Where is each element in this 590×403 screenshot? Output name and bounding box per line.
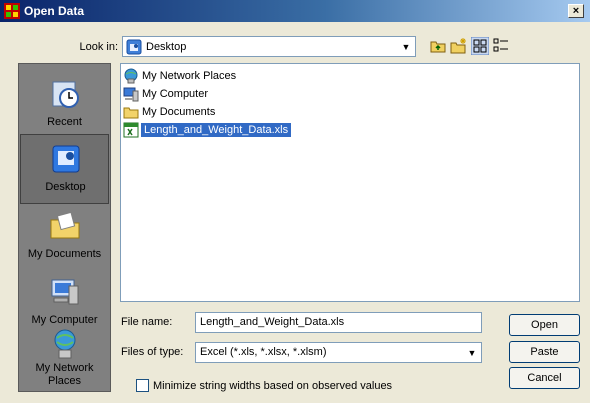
file-name: My Documents	[142, 106, 216, 118]
file-type-select[interactable]: Excel (*.xls, *.xlsx, *.xlsm) ▼	[195, 342, 482, 363]
network-places-icon	[54, 329, 76, 359]
chevron-down-icon[interactable]: ▼	[465, 346, 479, 360]
recent-icon	[52, 81, 79, 108]
place-label: My Network Places	[35, 362, 94, 387]
details-view-icon[interactable]	[492, 37, 510, 55]
up-folder-icon[interactable]	[429, 37, 447, 55]
file-name-label: File name:	[121, 316, 173, 328]
desktop-icon	[126, 39, 142, 55]
chevron-down-icon[interactable]: ▼	[399, 40, 413, 54]
my-documents-icon	[50, 211, 80, 239]
place-label: Recent	[47, 116, 82, 128]
place-network[interactable]: My Network Places	[20, 326, 109, 392]
close-icon: ×	[572, 5, 580, 17]
look-in-combo[interactable]: Desktop ▼	[122, 36, 416, 57]
paste-button[interactable]: Paste	[509, 341, 580, 363]
look-in-value: Desktop	[146, 41, 187, 53]
new-folder-icon[interactable]	[450, 37, 468, 55]
folder-icon	[123, 107, 139, 119]
close-button[interactable]: ×	[568, 4, 584, 18]
list-view-icon[interactable]	[471, 37, 489, 55]
network-icon	[124, 68, 138, 84]
file-name: My Network Places	[142, 70, 237, 82]
window-title: Open Data	[24, 4, 85, 18]
minimize-widths-checkbox[interactable]	[136, 379, 149, 392]
file-list[interactable]: My Network Places My Computer My Documen…	[120, 63, 580, 302]
file-name: My Computer	[142, 88, 209, 100]
place-label: Desktop	[45, 181, 86, 193]
excel-file-icon	[123, 122, 139, 138]
file-name-field[interactable]: Length_and_Weight_Data.xls	[195, 312, 482, 333]
open-button[interactable]: Open	[509, 314, 580, 336]
cancel-button[interactable]: Cancel	[509, 367, 580, 389]
my-computer-icon	[51, 279, 79, 305]
place-recent[interactable]: Recent	[20, 70, 109, 140]
file-name: Length_and_Weight_Data.xls	[141, 123, 292, 137]
open-data-dialog: Open Data × Look in: Desktop ▼ Recent De…	[0, 0, 590, 403]
places-bar: Recent Desktop My Documents My Computer …	[18, 63, 111, 392]
file-name-value: Length_and_Weight_Data.xls	[200, 316, 345, 328]
place-my-documents[interactable]: My Documents	[20, 202, 109, 272]
desktop-icon	[52, 145, 80, 173]
place-label: My Documents	[27, 248, 102, 260]
minimize-widths-label: Minimize string widths based on observed…	[153, 380, 393, 392]
file-type-value: Excel (*.xls, *.xlsx, *.xlsm)	[200, 346, 327, 358]
title-bar[interactable]: Open Data ×	[0, 0, 590, 22]
app-icon	[4, 3, 20, 19]
file-type-label: Files of type:	[121, 346, 184, 358]
place-desktop[interactable]: Desktop	[20, 134, 109, 204]
look-in-label: Look in:	[79, 41, 118, 53]
computer-icon	[123, 87, 139, 102]
